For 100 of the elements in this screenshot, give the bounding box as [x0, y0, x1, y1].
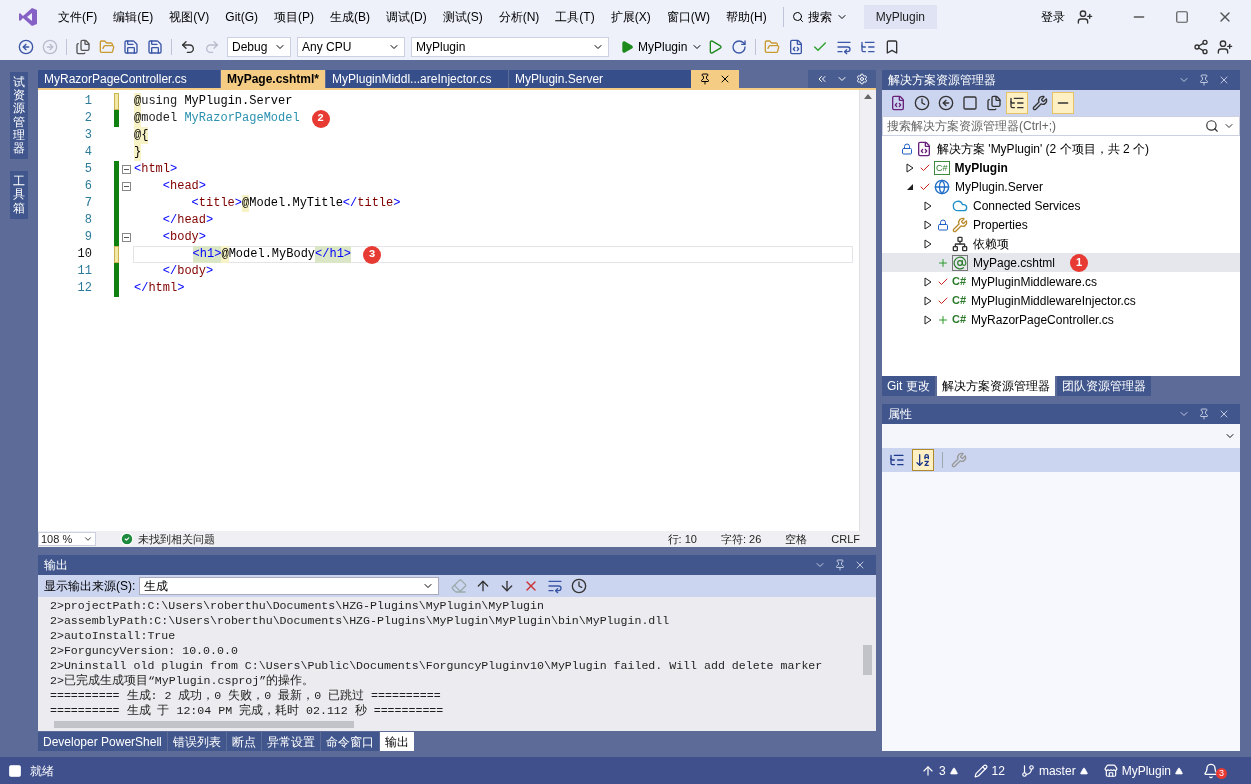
- bell-icon[interactable]: [1203, 762, 1219, 779]
- feedback-icon[interactable]: [1217, 39, 1233, 55]
- edit-count[interactable]: 12: [991, 761, 1005, 780]
- tool-window-tab[interactable]: 错误列表: [167, 732, 226, 751]
- side-tab[interactable]: 试资源管理器: [10, 72, 28, 160]
- tool-window-tab[interactable]: 命令窗口: [320, 732, 379, 751]
- tool-window-tab[interactable]: Git 更改: [882, 376, 935, 396]
- tool-window-tab[interactable]: 输出: [379, 732, 414, 751]
- new-item-icon[interactable]: [75, 39, 91, 55]
- collapsed-arrow-icon[interactable]: [924, 295, 932, 306]
- collapsed-arrow-icon[interactable]: [924, 219, 932, 230]
- back-icon[interactable]: [18, 39, 34, 55]
- menu-item[interactable]: Git(G): [217, 8, 266, 26]
- maximize-icon[interactable]: [1175, 10, 1189, 24]
- user-add-icon[interactable]: [1077, 9, 1093, 25]
- run-without-debug-icon[interactable]: [707, 39, 724, 55]
- scroll-tabs-icon[interactable]: [816, 73, 828, 85]
- tree-item[interactable]: MyPage.cshtml 1: [882, 253, 1240, 272]
- clock-icon[interactable]: [914, 95, 930, 111]
- sign-in-button[interactable]: 登录: [1037, 8, 1069, 26]
- caret-icon[interactable]: [83, 534, 93, 544]
- collapsed-arrow-icon[interactable]: [924, 276, 932, 287]
- pending-changes[interactable]: 3: [938, 761, 946, 780]
- tree-item[interactable]: C# MyPluginMiddleware.cs: [882, 272, 1240, 291]
- search-icon[interactable]: [791, 11, 804, 23]
- tree-item[interactable]: 依赖项: [882, 234, 1240, 253]
- tree-item[interactable]: MyPlugin.Server: [882, 177, 1240, 196]
- vertical-scrollbar[interactable]: [859, 90, 876, 531]
- caret-icon[interactable]: [1079, 766, 1088, 775]
- tree-item[interactable]: 解决方案 'MyPlugin' (2 个项目，共 2 个): [882, 139, 1240, 158]
- menu-item[interactable]: 帮助(H): [718, 8, 775, 26]
- pin-icon[interactable]: [699, 73, 712, 85]
- save-icon[interactable]: [123, 39, 139, 55]
- menu-item[interactable]: 文件(F): [50, 8, 106, 26]
- source-dropdown[interactable]: 生成: [139, 577, 440, 595]
- tool-window-tab[interactable]: 异常设置: [261, 732, 320, 751]
- tool-window-tab[interactable]: 断点: [226, 732, 261, 751]
- menu-item[interactable]: 分析(N): [490, 8, 548, 26]
- pencil-icon[interactable]: [973, 763, 988, 778]
- word-wrap-icon[interactable]: [547, 578, 564, 594]
- menu-item[interactable]: 项目(P): [266, 8, 322, 26]
- outline-icon[interactable]: [860, 39, 877, 55]
- line-ending-indicator[interactable]: CRLF: [831, 530, 860, 548]
- app-logo-icon[interactable]: [18, 7, 38, 27]
- collapsed-arrow-icon[interactable]: [924, 314, 932, 325]
- tree-item[interactable]: Connected Services: [882, 196, 1240, 215]
- startup-project-dropdown[interactable]: MyPlugin: [411, 37, 609, 57]
- undo-icon[interactable]: [180, 39, 196, 55]
- solution-view-icon[interactable]: [890, 95, 906, 111]
- repository-icon[interactable]: [1103, 763, 1118, 778]
- side-tab[interactable]: 工具箱: [10, 171, 28, 219]
- branch-icon[interactable]: [1020, 763, 1035, 778]
- save-all-icon[interactable]: [147, 39, 163, 55]
- collapse-all-icon[interactable]: [962, 95, 978, 111]
- tree-item[interactable]: Properties: [882, 215, 1240, 234]
- caret-icon[interactable]: [949, 766, 958, 775]
- collapse-icon[interactable]: [121, 182, 131, 191]
- menu-item[interactable]: 测试(S): [434, 8, 491, 26]
- tool-window-tab[interactable]: Developer PowerShell: [38, 732, 167, 751]
- editor-tab[interactable]: MyPage.cshtml*: [221, 70, 326, 88]
- editor-tab[interactable]: MyPlugin.Server: [509, 70, 692, 88]
- tree-item[interactable]: C# MyRazorPageController.cs: [882, 310, 1240, 329]
- caret-icon[interactable]: [1175, 766, 1183, 775]
- run-label[interactable]: MyPlugin: [638, 38, 688, 56]
- zoom-dropdown[interactable]: 108 %: [38, 532, 96, 546]
- editor-tab[interactable]: MyRazorPageController.cs: [38, 70, 220, 88]
- wrench-icon[interactable]: [1032, 95, 1048, 111]
- collapse-icon[interactable]: [121, 165, 131, 174]
- tree-item[interactable]: C# MyPluginMiddlewareInjector.cs: [882, 291, 1240, 310]
- configuration-dropdown[interactable]: Debug: [227, 37, 291, 57]
- menu-item[interactable]: 视图(V): [161, 8, 218, 26]
- tool-window-tab[interactable]: 团队资源管理器: [1056, 376, 1151, 396]
- editor-tab[interactable]: MyPluginMiddl...areInjector.cs: [326, 70, 509, 88]
- tree-item[interactable]: C# MyPlugin: [882, 158, 1240, 177]
- share-icon[interactable]: [1193, 39, 1209, 55]
- copy-icon[interactable]: [986, 95, 1002, 111]
- horizontal-scrollbar[interactable]: [38, 717, 876, 731]
- collapse-icon[interactable]: [121, 233, 131, 242]
- tree-view-icon[interactable]: [1009, 95, 1025, 111]
- spacing-indicator[interactable]: 空格: [785, 530, 808, 548]
- branch-selector[interactable]: master: [1038, 761, 1076, 780]
- collapsed-arrow-icon[interactable]: [924, 200, 932, 211]
- menu-item[interactable]: 调试(D): [378, 8, 435, 26]
- tool-window-tab[interactable]: 解决方案资源管理器: [936, 376, 1055, 396]
- indent-icon[interactable]: [836, 39, 853, 55]
- expanded-arrow-icon[interactable]: [906, 182, 914, 191]
- menu-item[interactable]: 扩展(X): [602, 8, 659, 26]
- menu-item[interactable]: 窗口(W): [658, 8, 718, 26]
- restart-icon[interactable]: [731, 39, 748, 55]
- platform-dropdown[interactable]: Any CPU: [297, 37, 405, 57]
- collapsed-arrow-icon[interactable]: [924, 238, 932, 249]
- clock-icon[interactable]: [571, 578, 588, 594]
- play-icon[interactable]: [620, 40, 634, 54]
- search-label[interactable]: 搜索: [807, 8, 832, 26]
- repository-selector[interactable]: MyPlugin: [1121, 761, 1171, 780]
- settings-icon[interactable]: [856, 73, 868, 85]
- collapsed-arrow-icon[interactable]: [906, 162, 914, 173]
- menu-item[interactable]: 生成(B): [322, 8, 378, 26]
- menu-item[interactable]: 工具(T): [547, 8, 603, 26]
- menu-item[interactable]: 编辑(E): [105, 8, 162, 26]
